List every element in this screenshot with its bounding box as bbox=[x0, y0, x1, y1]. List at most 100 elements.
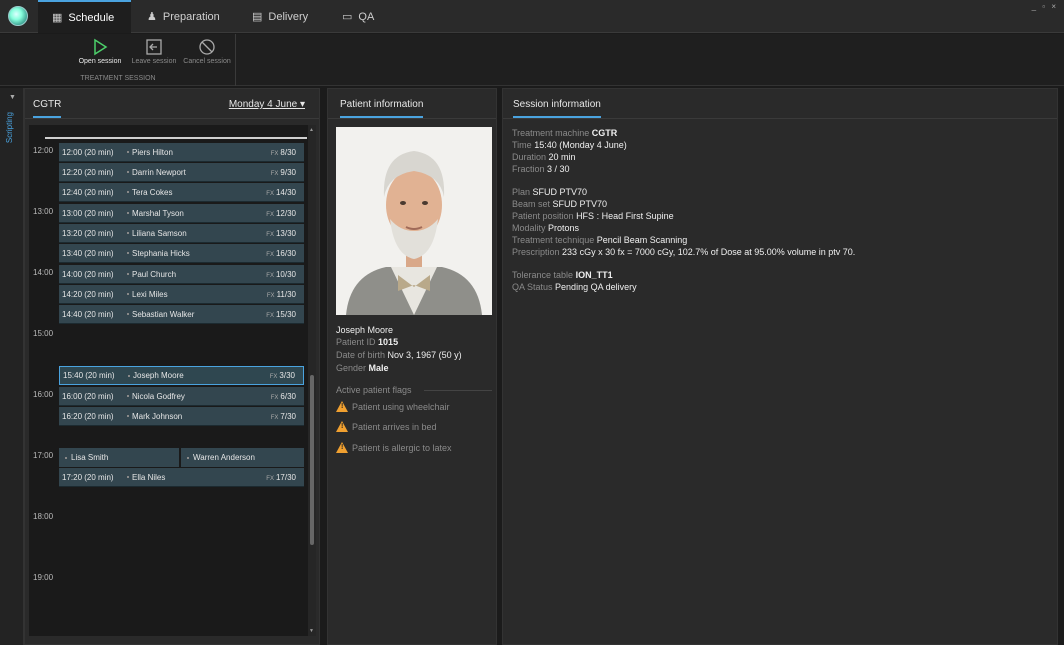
slot-fraction: FX 3/30 bbox=[263, 371, 303, 380]
gender-value: Male bbox=[368, 363, 389, 373]
tab-preparation[interactable]: ♟ Preparation bbox=[133, 0, 233, 33]
slot-fraction: FX 16/30 bbox=[264, 249, 304, 258]
slot-time: 13:20 (20 min) bbox=[62, 228, 114, 238]
schedule-slot[interactable]: 13:20 (20 min) Liliana Samson FX 13/30 bbox=[59, 224, 304, 243]
open-session-button[interactable]: Open session bbox=[72, 37, 128, 65]
fx-prefix: FX bbox=[270, 414, 279, 421]
date-selector[interactable]: Monday 4 June ▾ bbox=[229, 99, 305, 110]
flag-text: Patient using wheelchair bbox=[352, 401, 450, 412]
schedule-slot-split-left[interactable]: Lisa Smith bbox=[59, 448, 179, 467]
slot-time: 17:20 (20 min) bbox=[62, 472, 114, 482]
flag-text: Patient is allergic to latex bbox=[352, 442, 452, 453]
hour-label: 15:00 bbox=[33, 329, 54, 338]
patient-flag: ! Patient using wheelchair bbox=[336, 401, 450, 412]
slot-fraction: FX 13/30 bbox=[264, 229, 304, 238]
fx-value: 11/30 bbox=[276, 289, 296, 299]
hour-label: 12:00 bbox=[33, 146, 54, 155]
duration-row: Duration 20 min bbox=[512, 152, 576, 163]
schedule-slot[interactable]: 14:00 (20 min) Paul Church FX 10/30 bbox=[59, 265, 304, 284]
qa-status-value: Pending QA delivery bbox=[555, 282, 637, 292]
delivery-icon: ▤ bbox=[252, 11, 263, 23]
hour-label: 13:00 bbox=[33, 207, 54, 216]
fx-prefix: FX bbox=[266, 475, 274, 482]
window-controls[interactable]: _ ▫ × bbox=[1032, 2, 1058, 11]
warning-icon: ! bbox=[336, 442, 348, 453]
fx-prefix: FX bbox=[266, 272, 274, 279]
tab-schedule[interactable]: ▦ Schedule bbox=[38, 0, 131, 33]
machine-value: CGTR bbox=[591, 128, 618, 138]
slot-time: 12:00 (20 min) bbox=[62, 147, 114, 157]
schedule-scrollbar[interactable]: ▲ ▼ bbox=[308, 125, 316, 636]
scroll-up-icon[interactable]: ▲ bbox=[309, 127, 314, 133]
technique-value: Pencil Beam Scanning bbox=[596, 235, 688, 245]
schedule-slot[interactable]: 12:40 (20 min) Tera Cokes FX 14/30 bbox=[59, 183, 304, 202]
tab-qa[interactable]: ▭ QA bbox=[328, 0, 380, 33]
fx-value: 14/30 bbox=[275, 187, 296, 197]
patient-gender-row: Gender Male bbox=[336, 363, 389, 373]
machine-tab[interactable]: CGTR bbox=[33, 99, 62, 118]
position-value: HFS : Head First Supine bbox=[576, 211, 674, 221]
slot-time: 14:40 (20 min) bbox=[62, 309, 114, 319]
schedule-slot-split-right[interactable]: Warren Anderson bbox=[181, 448, 304, 467]
slot-time: 15:40 (20 min) bbox=[63, 371, 115, 380]
schedule-slot[interactable]: 16:20 (20 min) Mark Johnson FX 7/30 bbox=[59, 407, 304, 426]
flag-text: Patient arrives in bed bbox=[352, 421, 437, 432]
beamset-value: SFUD PTV70 bbox=[552, 199, 608, 209]
schedule-slot[interactable]: 16:00 (20 min) Nicola Godfrey FX 6/30 bbox=[59, 387, 304, 406]
slot-patient: Ella Niles bbox=[127, 473, 264, 482]
schedule-slot[interactable]: 12:00 (20 min) Piers Hilton FX 8/30 bbox=[59, 143, 304, 162]
tolerance-label: Tolerance table bbox=[512, 270, 574, 280]
fx-prefix: FX bbox=[270, 170, 279, 177]
beamset-row: Beam set SFUD PTV70 bbox=[512, 199, 607, 210]
fraction-value: 3 / 30 bbox=[547, 164, 570, 174]
scripting-side-panel[interactable]: ▼ Scripting bbox=[0, 88, 24, 645]
slot-patient: Piers Hilton bbox=[127, 148, 264, 157]
scroll-thumb[interactable] bbox=[310, 375, 314, 545]
slot-fraction: FX 14/30 bbox=[264, 188, 304, 197]
exit-icon bbox=[126, 37, 182, 57]
machine-label: Treatment machine bbox=[512, 128, 590, 138]
slot-time: 12:40 (20 min) bbox=[62, 187, 114, 197]
schedule-slot[interactable]: 17:20 (20 min) Ella Niles FX 17/30 bbox=[59, 468, 304, 487]
schedule-slot[interactable]: 14:40 (20 min) Sebastian Walker FX 15/30 bbox=[59, 305, 304, 324]
leave-session-button[interactable]: Leave session bbox=[126, 37, 182, 65]
schedule-slot[interactable]: 14:20 (20 min) Lexi Miles FX 11/30 bbox=[59, 285, 304, 304]
fx-value: 10/30 bbox=[275, 269, 296, 279]
slot-time: 14:00 (20 min) bbox=[62, 269, 114, 279]
cancel-session-button[interactable]: Cancel session bbox=[179, 37, 235, 65]
collapse-arrow-icon[interactable]: ▼ bbox=[9, 94, 16, 101]
schedule-slot[interactable]: 13:40 (20 min) Stephania Hicks FX 16/30 bbox=[59, 244, 304, 263]
active-flags-title: Active patient flags bbox=[336, 385, 412, 395]
dob-label: Date of birth bbox=[336, 350, 386, 360]
modality-label: Modality bbox=[512, 223, 546, 233]
prescription-value: 233 cGy x 30 fx = 7000 cGy, 102.7% of Do… bbox=[562, 247, 856, 257]
hour-label: 19:00 bbox=[33, 573, 54, 582]
warning-icon: ! bbox=[336, 401, 348, 412]
fx-value: 9/30 bbox=[280, 167, 296, 177]
scripting-label[interactable]: Scripting bbox=[5, 112, 14, 143]
scroll-down-icon[interactable]: ▼ bbox=[309, 628, 314, 634]
fx-value: 12/30 bbox=[275, 208, 296, 218]
slot-time: 13:40 (20 min) bbox=[62, 248, 114, 258]
beamset-label: Beam set bbox=[512, 199, 551, 209]
slot-patient: Marshal Tyson bbox=[127, 209, 264, 218]
slot-patient: Joseph Moore bbox=[128, 371, 263, 380]
app-logo-icon bbox=[8, 6, 28, 26]
slot-fraction: FX 10/30 bbox=[264, 270, 304, 279]
session-panel: Session information Treatment machine CG… bbox=[502, 88, 1058, 645]
time-label: Time bbox=[512, 140, 532, 150]
fx-prefix: FX bbox=[266, 251, 274, 258]
slot-patient: Lexi Miles bbox=[127, 290, 264, 299]
tolerance-row: Tolerance table ION_TT1 bbox=[512, 270, 613, 281]
hour-label: 16:00 bbox=[33, 390, 54, 399]
fx-value: 15/30 bbox=[275, 309, 296, 319]
schedule-slot[interactable]: 12:20 (20 min) Darrin Newport FX 9/30 bbox=[59, 163, 304, 182]
schedule-slot-selected[interactable]: 15:40 (20 min) Joseph Moore FX 3/30 bbox=[59, 366, 304, 385]
schedule-grid[interactable]: 12:00 13:00 14:00 15:00 16:00 17:00 18:0… bbox=[29, 125, 308, 636]
tab-delivery[interactable]: ▤ Delivery bbox=[238, 0, 320, 33]
slot-fraction: FX 12/30 bbox=[264, 209, 304, 218]
schedule-slot[interactable]: 13:00 (20 min) Marshal Tyson FX 12/30 bbox=[59, 204, 304, 223]
play-icon bbox=[72, 37, 128, 57]
qa-status-label: QA Status bbox=[512, 282, 553, 292]
hour-label: 17:00 bbox=[33, 451, 54, 460]
